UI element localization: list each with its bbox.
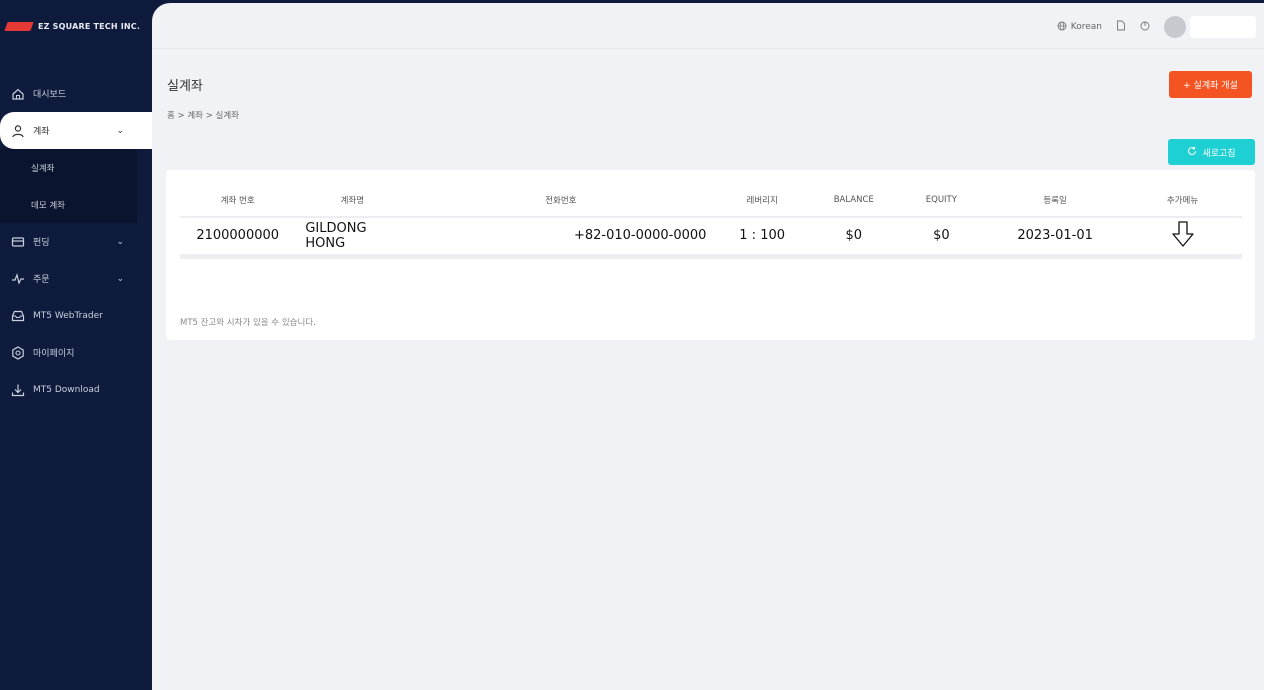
sidebar-item-dashboard[interactable]: 대시보드 [0,75,152,112]
inbox-icon [10,308,25,323]
sidebar-item-label: MT5 Download [33,384,100,395]
sidebar-subitem-demo-account[interactable]: 데모 계좌 [0,186,137,223]
sidebar-item-label: 마이페이지 [33,349,75,359]
sidebar-item-mt5-download[interactable]: MT5 Download [0,371,152,408]
sidebar-subitem-live-account[interactable]: 실계좌 [0,149,137,186]
sidebar-item-account[interactable]: 계좌 ⌄ [0,112,152,149]
chevron-down-icon: ⌄ [116,236,124,247]
column-header[interactable]: 추가메뉴 [1123,184,1242,218]
accounts-card: 계좌 번호 계좌명 전화번호 레버리지 BALANCE EQUITY 등록일 추… [166,170,1255,340]
sidebar-item-label: 계좌 [33,127,50,137]
home-icon [10,86,25,101]
globe-icon [1057,21,1067,34]
sidebar-item-label: 펀딩 [33,238,50,248]
activity-icon [10,271,25,286]
equity-cell: $0 [933,228,950,244]
column-header[interactable]: EQUITY [895,184,988,218]
language-label: Korean [1070,22,1102,32]
settings-hex-icon [10,345,25,360]
sidebar-item-label: MT5 WebTrader [33,310,103,321]
sidebar-item-orders[interactable]: 주문 ⌄ [0,260,152,297]
column-header[interactable]: 계좌명 [295,184,410,218]
extra-menu-cell[interactable] [1123,217,1242,256]
phone-cell: +82-010-0000-0000 [573,228,707,244]
chevron-down-icon: ⌄ [116,125,124,136]
open-live-account-label: + 실계좌 개설 [1183,81,1238,91]
sidebar-item-funding[interactable]: 펀딩 ⌄ [0,223,152,260]
arrow-down-pointer-icon[interactable] [1170,220,1196,252]
refresh-icon [1187,146,1197,159]
open-live-account-button[interactable]: + 실계좌 개설 [1169,71,1252,98]
account-submenu: 실계좌 데모 계좌 [0,149,137,223]
column-header[interactable]: 등록일 [987,184,1124,218]
page-title: 실계좌 [167,79,203,94]
logo-icon [4,22,34,31]
balance-note: MT5 잔고와 시차가 있을 수 있습니다. [180,318,316,328]
registration-date-cell: 2023-01-01 [1017,228,1093,244]
language-selector[interactable]: Korean [1057,21,1102,34]
top-tools: Korean [1057,16,1256,38]
brand[interactable]: EZ SQUARE TECH INC. [4,22,141,31]
sidebar: EZ SQUARE TECH INC. 대시보드 계좌 ⌄ 실계좌 데모 계좌 … [0,0,152,690]
user-icon [10,123,25,138]
table-header-row: 계좌 번호 계좌명 전화번호 레버리지 BALANCE EQUITY 등록일 추… [180,184,1242,218]
topbar: Korean [152,3,1264,49]
account-name-cell: GILDONG HONG [305,220,367,251]
user-name-box[interactable] [1190,16,1256,38]
table-row[interactable]: 2100000000 GILDONG HONG +82-010-0000-000… [180,217,1242,256]
card-icon [10,234,25,249]
download-icon [10,382,25,397]
refresh-button[interactable]: 새로고침 [1168,139,1255,165]
brand-name: EZ SQUARE TECH INC. [38,22,141,31]
sidebar-item-label: 대시보드 [33,90,67,100]
account-number-cell: 2100000000 [196,228,280,244]
column-header[interactable]: 레버리지 [712,184,812,218]
sidebar-item-mt5-webtrader[interactable]: MT5 WebTrader [0,297,152,334]
main-panel: Korean 실계좌 홈 > 계좌 > 실계좌 + 실계좌 개설 새로고침 계좌… [152,3,1264,690]
column-header[interactable]: 계좌 번호 [180,184,296,218]
balance-cell: $0 [845,228,863,244]
refresh-label: 새로고침 [1202,148,1236,159]
column-header[interactable]: 전화번호 [409,184,713,218]
breadcrumb: 홈 > 계좌 > 실계좌 [167,111,239,121]
power-icon[interactable] [1140,21,1150,34]
accounts-table: 계좌 번호 계좌명 전화번호 레버리지 BALANCE EQUITY 등록일 추… [180,184,1242,259]
column-header[interactable]: BALANCE [811,184,896,218]
sidebar-item-label: 주문 [33,275,50,285]
sidebar-item-mypage[interactable]: 마이페이지 [0,334,152,371]
leverage-cell: 1 : 100 [739,228,786,244]
chevron-down-icon: ⌄ [116,273,124,284]
document-icon[interactable] [1116,20,1126,34]
avatar[interactable] [1164,16,1186,38]
sidebar-nav: 대시보드 계좌 ⌄ 실계좌 데모 계좌 펀딩 ⌄ 주문 ⌄ MT5 WebTra… [0,75,152,408]
